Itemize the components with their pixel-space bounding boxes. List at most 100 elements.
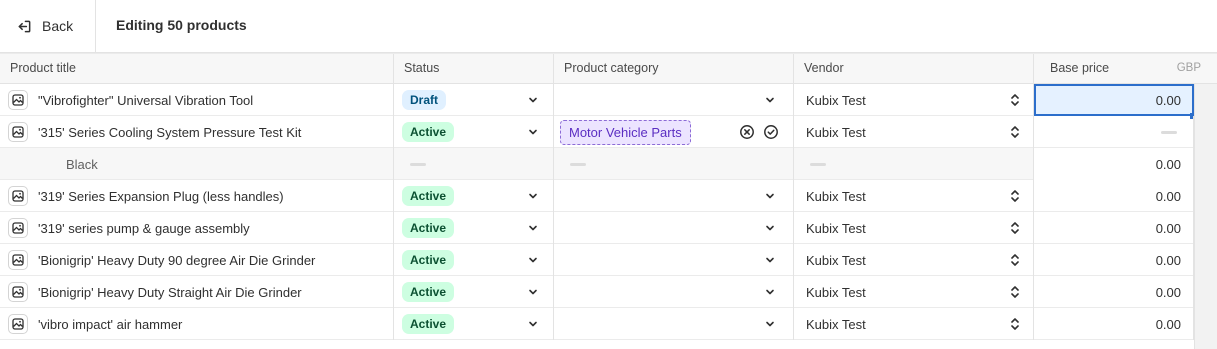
category-cell[interactable] [554,276,794,308]
currency-label: GBP [1176,62,1201,74]
chevron-down-icon [529,289,537,295]
title-cell[interactable]: 'Bionigrip' Heavy Duty 90 degree Air Die… [0,244,394,276]
table-row: 'Bionigrip' Heavy Duty Straight Air Die … [0,276,1194,308]
price-value: 0.00 [1155,156,1181,172]
vendor-value: Kubix Test [806,220,866,236]
title-cell[interactable]: "Vibrofighter" Universal Vibration Tool [0,84,394,116]
chevron-down-icon [529,225,537,231]
price-cell[interactable]: 0.00 [1034,244,1194,276]
chevron-down-icon [529,257,537,263]
product-thumbnail [8,186,28,206]
clear-circle-icon[interactable] [739,124,755,140]
title-cell[interactable]: '315' Series Cooling System Pressure Tes… [0,116,394,148]
image-icon [12,190,24,202]
image-icon [12,286,24,298]
status-cell[interactable]: Active [394,244,554,276]
price-cell[interactable]: 0.00 [1034,212,1194,244]
vendor-value: Kubix Test [806,252,866,268]
price-cell[interactable]: 0.00 [1034,180,1194,212]
title-cell[interactable]: 'Bionigrip' Heavy Duty Straight Air Die … [0,276,394,308]
status-cell[interactable]: Draft [394,84,554,116]
empty-value-dash [410,162,426,166]
select-arrows-icon [1011,94,1019,106]
category-cell [554,148,794,180]
price-cell[interactable] [1034,116,1194,148]
status-cell [394,148,554,180]
column-header-vendor[interactable]: Vendor [794,54,1034,84]
status-badge: Active [402,282,455,302]
price-cell[interactable]: 0.00 [1034,308,1194,340]
vendor-value: Kubix Test [806,124,866,140]
product-title: '319' Series Expansion Plug (less handle… [38,188,284,204]
page-title: Editing 50 products [116,17,247,33]
vendor-cell[interactable]: Kubix Test [794,84,1034,116]
back-button[interactable]: Back [0,0,96,52]
chevron-down-icon [529,97,537,103]
status-cell[interactable]: Active [394,116,554,148]
status-cell[interactable]: Active [394,308,554,340]
variant-title: Black [66,156,98,172]
image-icon [12,254,24,266]
column-header-title[interactable]: Product title [0,54,394,84]
price-cell-selected[interactable]: 0.00 [1034,84,1196,119]
price-cell[interactable]: 0.00 [1034,148,1194,180]
price-value: 0.00 [1155,220,1181,236]
status-badge: Active [402,122,455,142]
table-row: 'vibro impact' air hammer Active Kubix T… [0,308,1194,340]
select-arrows-icon [1011,222,1019,234]
chevron-down-icon [766,321,774,327]
price-cell[interactable]: 0.00 [1034,276,1194,308]
product-title: 'Bionigrip' Heavy Duty Straight Air Die … [38,284,302,300]
vendor-cell[interactable]: Kubix Test [794,116,1034,148]
status-cell[interactable]: Active [394,180,554,212]
product-thumbnail [8,282,28,302]
product-title: '315' Series Cooling System Pressure Tes… [38,124,302,140]
confirm-circle-icon[interactable] [763,124,779,140]
status-cell[interactable]: Active [394,212,554,244]
price-value: 0.00 [1155,92,1181,108]
category-cell[interactable] [554,308,794,340]
category-chip[interactable]: Motor Vehicle Parts [560,119,691,145]
product-title: 'vibro impact' air hammer [38,316,183,332]
table-row: '319' Series Expansion Plug (less handle… [0,180,1194,212]
back-label: Back [42,18,74,34]
empty-value-dash [1161,130,1177,134]
price-value: 0.00 [1155,316,1181,332]
vendor-cell[interactable]: Kubix Test [794,244,1034,276]
product-thumbnail [8,218,28,238]
vendor-cell[interactable]: Kubix Test [794,308,1034,340]
empty-value-dash [810,162,826,166]
bulk-edit-grid: Product title Status Product category Ve… [0,53,1217,349]
category-cell[interactable] [554,84,794,116]
chevron-down-icon [766,97,774,103]
status-badge: Draft [402,90,447,110]
chevron-down-icon [766,225,774,231]
category-cell[interactable]: Motor Vehicle Parts [554,116,794,148]
column-header-category[interactable]: Product category [554,54,794,84]
image-icon [12,126,24,138]
vendor-value: Kubix Test [806,188,866,204]
table-row: 'Bionigrip' Heavy Duty 90 degree Air Die… [0,244,1194,276]
category-cell[interactable] [554,212,794,244]
image-icon [12,94,24,106]
title-cell[interactable]: 'vibro impact' air hammer [0,308,394,340]
title-cell[interactable]: '319' Series Expansion Plug (less handle… [0,180,394,212]
product-title: '319' series pump & gauge assembly [38,220,250,236]
chevron-down-icon [766,193,774,199]
title-cell[interactable]: Black [0,148,394,180]
table-row: '315' Series Cooling System Pressure Tes… [0,116,1194,148]
product-thumbnail [8,250,28,270]
product-thumbnail [8,122,28,142]
table-row: '319' series pump & gauge assembly Activ… [0,212,1194,244]
vendor-cell[interactable]: Kubix Test [794,180,1034,212]
vendor-cell[interactable]: Kubix Test [794,212,1034,244]
category-cell[interactable] [554,244,794,276]
chevron-down-icon [766,257,774,263]
title-cell[interactable]: '319' series pump & gauge assembly [0,212,394,244]
column-header-status[interactable]: Status [394,54,554,84]
column-header-price[interactable]: Base price GBP [1034,54,1217,84]
empty-value-dash [570,162,586,166]
vendor-cell[interactable]: Kubix Test [794,276,1034,308]
status-cell[interactable]: Active [394,276,554,308]
category-cell[interactable] [554,180,794,212]
